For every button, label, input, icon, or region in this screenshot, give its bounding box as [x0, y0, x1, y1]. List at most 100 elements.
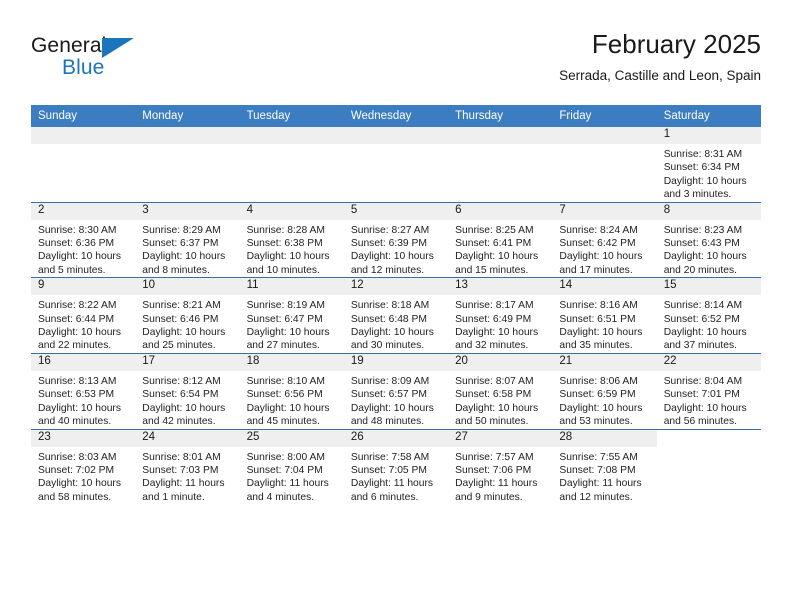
- day-details: Sunrise: 8:28 AM Sunset: 6:38 PM Daylight:…: [240, 220, 344, 278]
- weekday-header-tuesday: Tuesday: [239, 105, 344, 127]
- calendar-day-cell[interactable]: 4 Sunrise: 8:28 AM Sunset: 6:38 PM Daylight…: [239, 201, 344, 278]
- daylight-text: Daylight: 10 hours and 3 minutes.: [663, 175, 747, 201]
- calendar-day-cell[interactable]: 21 Sunrise: 8:06 AM Sunset: 6:59 PM Dayligh…: [552, 352, 657, 429]
- day-number: 20: [448, 353, 553, 371]
- calendar-day-cell[interactable]: 20 Sunrise: 8:07 AM Sunset: 6:58 PM Dayligh…: [448, 352, 553, 429]
- daylight-text: Daylight: 10 hours and 17 minutes.: [559, 251, 643, 276]
- daylight-text: Daylight: 11 hours and 1 minute.: [142, 478, 225, 503]
- daylight-text: Daylight: 10 hours and 42 minutes.: [142, 402, 226, 428]
- calendar-day-cell[interactable]: 19 Sunrise: 8:09 AM Sunset: 6:57 PM Dayligh…: [343, 352, 449, 429]
- daylight-text: Daylight: 11 hours and 6 minutes.: [350, 478, 434, 503]
- calendar-day-cell[interactable]: 27 Sunrise: 7:57 AM Sunset: 7:06 PM Dayligh…: [448, 428, 553, 505]
- weekday-header-wednesday: Wednesday: [343, 105, 449, 127]
- sunrise-text: Sunrise: 8:28 AM: [246, 224, 325, 236]
- day-number: 16: [31, 353, 136, 371]
- sunset-text: Sunset: 6:54 PM: [142, 389, 219, 401]
- sunrise-text: Sunrise: 8:13 AM: [38, 375, 117, 387]
- day-number: 5: [343, 202, 449, 220]
- day-number: 26: [343, 429, 449, 447]
- calendar-day-cell[interactable]: 28 Sunrise: 7:55 AM Sunset: 7:08 PM Dayligh…: [552, 428, 657, 505]
- day-number: 28: [552, 429, 657, 447]
- day-number: 21: [552, 353, 657, 371]
- calendar-day-cell[interactable]: 5 Sunrise: 8:27 AM Sunset: 6:39 PM Daylight…: [343, 201, 449, 278]
- sunset-text: Sunset: 6:52 PM: [663, 313, 740, 325]
- sunrise-text: Sunrise: 8:10 AM: [246, 375, 325, 387]
- day-number: 9: [31, 278, 136, 296]
- sunset-text: Sunset: 7:01 PM: [663, 389, 740, 401]
- daylight-text: Daylight: 10 hours and 10 minutes.: [246, 251, 330, 276]
- sunset-text: Sunset: 6:37 PM: [142, 238, 219, 250]
- daylight-text: Daylight: 11 hours and 9 minutes.: [455, 478, 538, 503]
- calendar-day-cell[interactable]: 16 Sunrise: 8:13 AM Sunset: 6:53 PM Dayligh…: [31, 352, 136, 429]
- page-subtitle: Serrada, Castille and Leon, Spain: [559, 68, 761, 83]
- sunset-text: Sunset: 7:04 PM: [246, 464, 323, 476]
- sunrise-text: Sunrise: 7:55 AM: [559, 451, 638, 463]
- daylight-text: Daylight: 10 hours and 48 minutes.: [350, 402, 434, 428]
- day-details: Sunrise: 8:25 AM Sunset: 6:41 PM Daylight:…: [448, 220, 552, 278]
- calendar-day-cell-empty: [656, 428, 761, 505]
- day-details: Sunrise: 8:23 AM Sunset: 6:43 PM Daylight:…: [657, 220, 761, 278]
- sunset-text: Sunset: 6:46 PM: [142, 313, 219, 325]
- day-number: 15: [656, 278, 761, 296]
- day-details: Sunrise: 7:57 AM Sunset: 7:06 PM Daylight:…: [448, 447, 552, 505]
- day-details: Sunrise: 8:07 AM Sunset: 6:58 PM Daylight:…: [448, 371, 552, 429]
- sunrise-text: Sunrise: 8:09 AM: [350, 375, 430, 387]
- calendar-day-cell[interactable]: 26 Sunrise: 7:58 AM Sunset: 7:05 PM Dayligh…: [343, 428, 449, 505]
- calendar-day-cell[interactable]: 24 Sunrise: 8:01 AM Sunset: 7:03 PM Dayligh…: [135, 428, 240, 505]
- weekday-header-row: Sunday Monday Tuesday Wednesday Thursday…: [31, 105, 761, 127]
- sunrise-sunset-calendar: Sunday Monday Tuesday Wednesday Thursday…: [31, 105, 761, 505]
- weekday-header-sunday: Sunday: [31, 105, 136, 127]
- calendar-day-cell[interactable]: 7 Sunrise: 8:24 AM Sunset: 6:42 PM Daylight…: [552, 201, 657, 278]
- sunset-text: Sunset: 6:47 PM: [246, 313, 323, 325]
- calendar-day-cell-empty: [448, 127, 553, 203]
- calendar-day-cell[interactable]: 3 Sunrise: 8:29 AM Sunset: 6:37 PM Daylight…: [135, 201, 240, 278]
- sunset-text: Sunset: 6:36 PM: [38, 238, 115, 250]
- sunrise-text: Sunrise: 8:19 AM: [246, 300, 325, 312]
- calendar-day-cell[interactable]: 23 Sunrise: 8:03 AM Sunset: 7:02 PM Dayligh…: [31, 428, 136, 505]
- sunrise-text: Sunrise: 8:03 AM: [38, 451, 117, 463]
- calendar-day-cell[interactable]: 11 Sunrise: 8:19 AM Sunset: 6:47 PM Dayligh…: [239, 277, 344, 354]
- sunset-text: Sunset: 6:41 PM: [455, 238, 532, 250]
- day-number: [239, 127, 344, 144]
- calendar-day-cell-empty: [239, 127, 344, 203]
- calendar-day-cell[interactable]: 17 Sunrise: 8:12 AM Sunset: 6:54 PM Dayligh…: [135, 352, 240, 429]
- calendar-day-cell[interactable]: 1 Sunrise: 8:31 AM Sunset: 6:34 PM Daylight…: [656, 127, 761, 203]
- day-number: 19: [343, 353, 449, 371]
- calendar-day-cell[interactable]: 12 Sunrise: 8:18 AM Sunset: 6:48 PM Dayligh…: [343, 277, 449, 354]
- calendar-day-cell[interactable]: 22 Sunrise: 8:04 AM Sunset: 7:01 PM Dayligh…: [656, 352, 761, 429]
- sunrise-text: Sunrise: 8:23 AM: [663, 224, 743, 236]
- sunrise-text: Sunrise: 8:25 AM: [455, 224, 534, 236]
- calendar-day-cell[interactable]: 14 Sunrise: 8:16 AM Sunset: 6:51 PM Dayligh…: [552, 277, 657, 354]
- calendar-day-cell[interactable]: 15 Sunrise: 8:14 AM Sunset: 6:52 PM Dayligh…: [656, 277, 761, 354]
- calendar-day-cell[interactable]: 25 Sunrise: 8:00 AM Sunset: 7:04 PM Dayligh…: [239, 428, 344, 505]
- logo-text-blue: Blue: [62, 56, 105, 79]
- sunset-text: Sunset: 6:38 PM: [246, 238, 323, 250]
- general-blue-logo: General Blue: [31, 34, 161, 86]
- day-details: Sunrise: 8:12 AM Sunset: 6:54 PM Daylight:…: [135, 371, 239, 429]
- calendar-day-cell[interactable]: 9 Sunrise: 8:22 AM Sunset: 6:44 PM Daylight…: [31, 277, 136, 354]
- day-details: Sunrise: 8:30 AM Sunset: 6:36 PM Daylight:…: [31, 220, 135, 278]
- daylight-text: Daylight: 10 hours and 22 minutes.: [38, 327, 121, 352]
- calendar-day-cell[interactable]: 10 Sunrise: 8:21 AM Sunset: 6:46 PM Dayligh…: [135, 277, 240, 354]
- day-number: [135, 127, 240, 144]
- sunset-text: Sunset: 6:34 PM: [663, 162, 740, 174]
- calendar-day-cell[interactable]: 2 Sunrise: 8:30 AM Sunset: 6:36 PM Daylight…: [31, 201, 136, 278]
- sunrise-text: Sunrise: 8:07 AM: [455, 375, 534, 387]
- calendar-day-cell[interactable]: 6 Sunrise: 8:25 AM Sunset: 6:41 PM Daylight…: [448, 201, 553, 278]
- day-number: [552, 127, 657, 144]
- sunrise-text: Sunrise: 8:00 AM: [246, 451, 325, 463]
- day-number: 8: [656, 202, 761, 220]
- day-number: 7: [552, 202, 657, 220]
- weekday-header-friday: Friday: [552, 105, 657, 127]
- weekday-header-saturday: Saturday: [656, 105, 761, 127]
- calendar-day-cell[interactable]: 18 Sunrise: 8:10 AM Sunset: 6:56 PM Dayligh…: [239, 352, 344, 429]
- day-details: Sunrise: 8:00 AM Sunset: 7:04 PM Daylight:…: [240, 447, 344, 505]
- day-number: [31, 127, 136, 144]
- daylight-text: Daylight: 10 hours and 27 minutes.: [246, 327, 330, 352]
- calendar-week-row: 23 Sunrise: 8:03 AM Sunset: 7:02 PM Dayligh…: [31, 428, 761, 505]
- calendar-day-cell[interactable]: 8 Sunrise: 8:23 AM Sunset: 6:43 PM Daylight…: [656, 201, 761, 278]
- daylight-text: Daylight: 10 hours and 45 minutes.: [246, 402, 330, 428]
- calendar-day-cell[interactable]: 13 Sunrise: 8:17 AM Sunset: 6:49 PM Dayligh…: [448, 277, 553, 354]
- day-number: 10: [135, 278, 240, 296]
- day-details: Sunrise: 8:06 AM Sunset: 6:59 PM Daylight:…: [552, 371, 656, 429]
